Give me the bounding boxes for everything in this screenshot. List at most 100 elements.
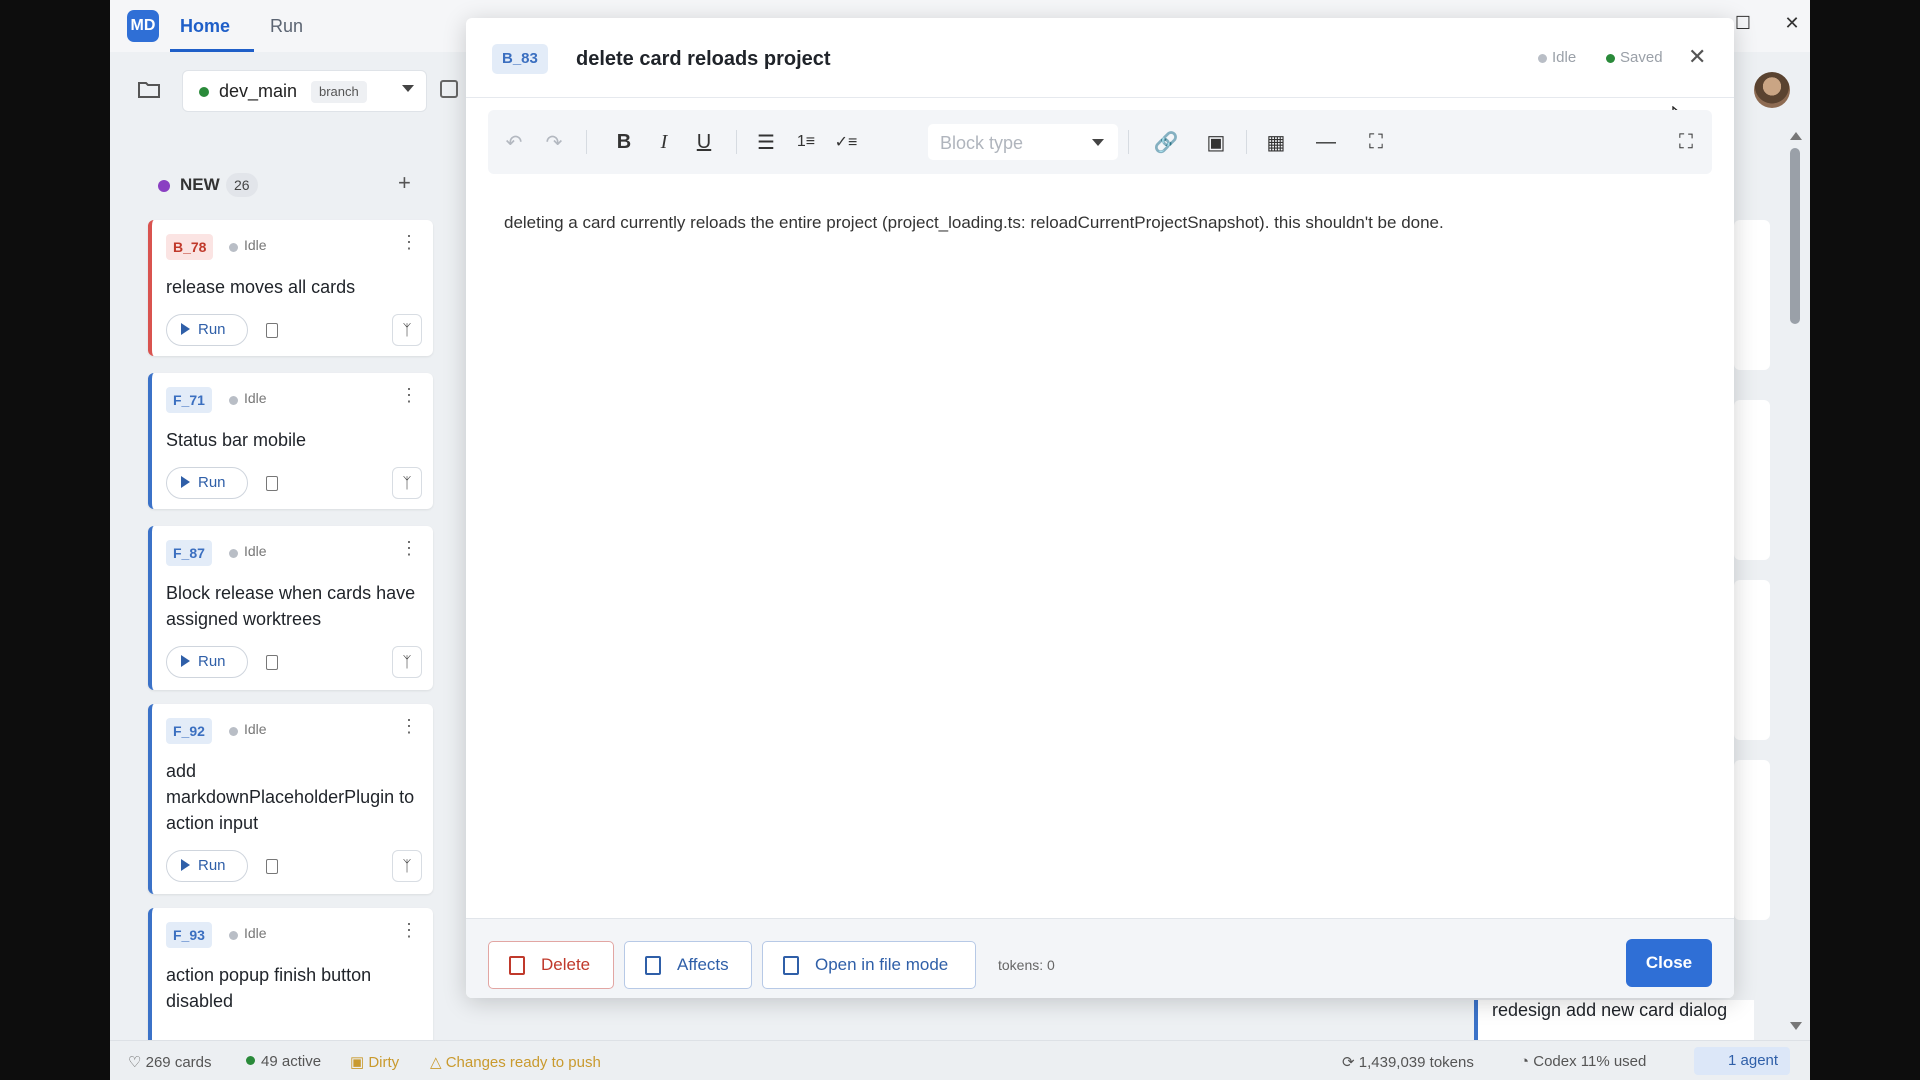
close-window-icon[interactable]: ✕ [1772, 10, 1810, 36]
dialog-title[interactable]: delete card reloads project [576, 48, 831, 71]
board-column-new: NEW 26 + B_78 Idle ⋮ release moves all c… [140, 152, 445, 1052]
run-status: Idle [1552, 49, 1577, 66]
open-file-mode-button[interactable]: Open in file mode [762, 941, 976, 989]
fullscreen-icon[interactable]: ⛶ [1672, 128, 1700, 156]
tab-run[interactable]: Run [270, 16, 303, 37]
close-button[interactable]: Close [1626, 939, 1712, 987]
delete-label: Delete [541, 955, 591, 974]
push-indicator[interactable]: △ Changes ready to push [430, 1053, 601, 1071]
scrollbar[interactable] [1790, 130, 1802, 1030]
add-card-button[interactable]: + [398, 170, 411, 196]
background-column [1734, 120, 1784, 1040]
redo-icon[interactable]: ↷ [540, 128, 568, 156]
card-status: Idle [244, 925, 267, 941]
code-block-icon[interactable]: ⛶ [1362, 128, 1390, 156]
codex-label: Codex 11% used [1533, 1053, 1647, 1070]
agent-count-label: 1 agent [1728, 1052, 1779, 1069]
delete-button[interactable]: Delete [488, 941, 614, 989]
bold-icon[interactable]: B [610, 128, 638, 156]
agent-count-badge[interactable]: 1 agent [1694, 1047, 1791, 1075]
run-button[interactable]: Run [166, 467, 248, 499]
scroll-up-icon[interactable] [1790, 132, 1802, 140]
trash-icon [509, 956, 525, 975]
chevron-down-icon [1092, 139, 1104, 146]
italic-icon[interactable]: I [650, 128, 678, 156]
git-branch-icon[interactable]: ᛉ [392, 646, 422, 678]
card-ghost [1734, 220, 1770, 370]
affects-button[interactable]: Affects [624, 941, 752, 989]
run-button[interactable]: Run [166, 314, 248, 346]
status-dot [229, 243, 238, 252]
run-button[interactable]: Run [166, 850, 248, 882]
card-menu-icon[interactable]: ⋮ [400, 920, 418, 941]
card-id: F_92 [166, 718, 212, 744]
card-ghost [1734, 760, 1770, 920]
save-icon[interactable] [440, 80, 458, 98]
file-icon [783, 956, 799, 975]
card-title: action popup finish button disabled [166, 965, 372, 1011]
avatar[interactable] [1754, 72, 1790, 108]
card-status: Idle [244, 543, 267, 559]
document-icon[interactable] [258, 314, 286, 346]
branch-tag: branch [311, 81, 367, 103]
active-tab-indicator [170, 49, 254, 52]
card-title: add markdownPlaceholderPlugin to action … [166, 761, 415, 833]
folder-icon[interactable] [138, 80, 160, 98]
card-menu-icon[interactable]: ⋮ [400, 385, 418, 406]
close-icon[interactable]: ✕ [1688, 44, 1706, 70]
insert-image-icon[interactable]: ▣ [1202, 128, 1230, 156]
card-id: F_71 [166, 387, 212, 413]
document-icon[interactable] [258, 646, 286, 678]
push-icon: △ [430, 1054, 446, 1071]
card-menu-icon[interactable]: ⋮ [400, 716, 418, 737]
play-icon [181, 323, 190, 335]
git-branch-icon[interactable]: ᛉ [392, 467, 422, 499]
card-status: Idle [244, 390, 267, 406]
horizontal-rule-icon[interactable]: — [1312, 128, 1340, 156]
toolbar-divider [736, 130, 737, 154]
document-icon[interactable] [258, 850, 286, 882]
card[interactable]: F_87 Idle ⋮ Block release when cards hav… [148, 526, 433, 690]
card-menu-icon[interactable]: ⋮ [400, 538, 418, 559]
card-id: F_87 [166, 540, 212, 566]
tab-home[interactable]: Home [180, 16, 230, 37]
card[interactable]: F_92 Idle ⋮ add markdownPlaceholderPlugi… [148, 704, 433, 894]
tokens-used: ⟳ 1,439,039 tokens [1342, 1053, 1474, 1071]
link-icon[interactable]: 🔗 [1152, 128, 1180, 156]
branch-selector[interactable]: dev_main branch [182, 70, 427, 112]
affects-label: Affects [677, 955, 729, 974]
run-button[interactable]: Run [166, 646, 248, 678]
scroll-thumb[interactable] [1790, 148, 1800, 324]
card-title: Status bar mobile [166, 430, 307, 450]
status-bar: ♡ 269 cards 49 active ▣ Dirty △ Changes … [110, 1040, 1810, 1080]
bullet-list-icon[interactable]: ☰ [752, 128, 780, 156]
gauge-icon: ◔ [1520, 1053, 1534, 1070]
dirty-icon: ▣ [350, 1054, 369, 1071]
card[interactable]: F_71 Idle ⋮ Status bar mobile Run ᛉ [148, 373, 433, 509]
save-status-dot [1606, 54, 1615, 63]
git-branch-icon[interactable]: ᛉ [392, 850, 422, 882]
card[interactable]: B_78 Idle ⋮ release moves all cards Run … [148, 220, 433, 356]
card-menu-icon[interactable]: ⋮ [400, 232, 418, 253]
active-dot [246, 1056, 255, 1065]
editor-toolbar: ↶ ↷ B I U ☰ 1≡ ✓≡ Block type 🔗 ▣ ▦ — ⛶ ⛶ [488, 110, 1712, 174]
git-branch-icon[interactable]: ᛉ [392, 314, 422, 346]
active-count: 49 active [246, 1053, 321, 1070]
cards-count: ♡ 269 cards [128, 1053, 212, 1071]
checklist-icon[interactable]: ✓≡ [832, 128, 860, 156]
undo-icon[interactable]: ↶ [500, 128, 528, 156]
card[interactable]: F_93 Idle ⋮ action popup finish button d… [148, 908, 433, 1048]
play-icon [181, 476, 190, 488]
scroll-down-icon[interactable] [1790, 1022, 1802, 1030]
editor-content[interactable]: deleting a card currently reloads the en… [504, 210, 1694, 236]
run-label: Run [198, 321, 226, 338]
table-icon[interactable]: ▦ [1262, 128, 1290, 156]
document-icon[interactable] [258, 467, 286, 499]
dirty-indicator[interactable]: ▣ Dirty [350, 1053, 399, 1071]
card-ghost [1734, 580, 1770, 740]
save-status: Saved [1620, 49, 1663, 66]
underline-icon[interactable]: U [690, 128, 718, 156]
card-id: B_78 [166, 234, 214, 260]
block-type-select[interactable]: Block type [928, 124, 1118, 160]
numbered-list-icon[interactable]: 1≡ [792, 128, 820, 156]
